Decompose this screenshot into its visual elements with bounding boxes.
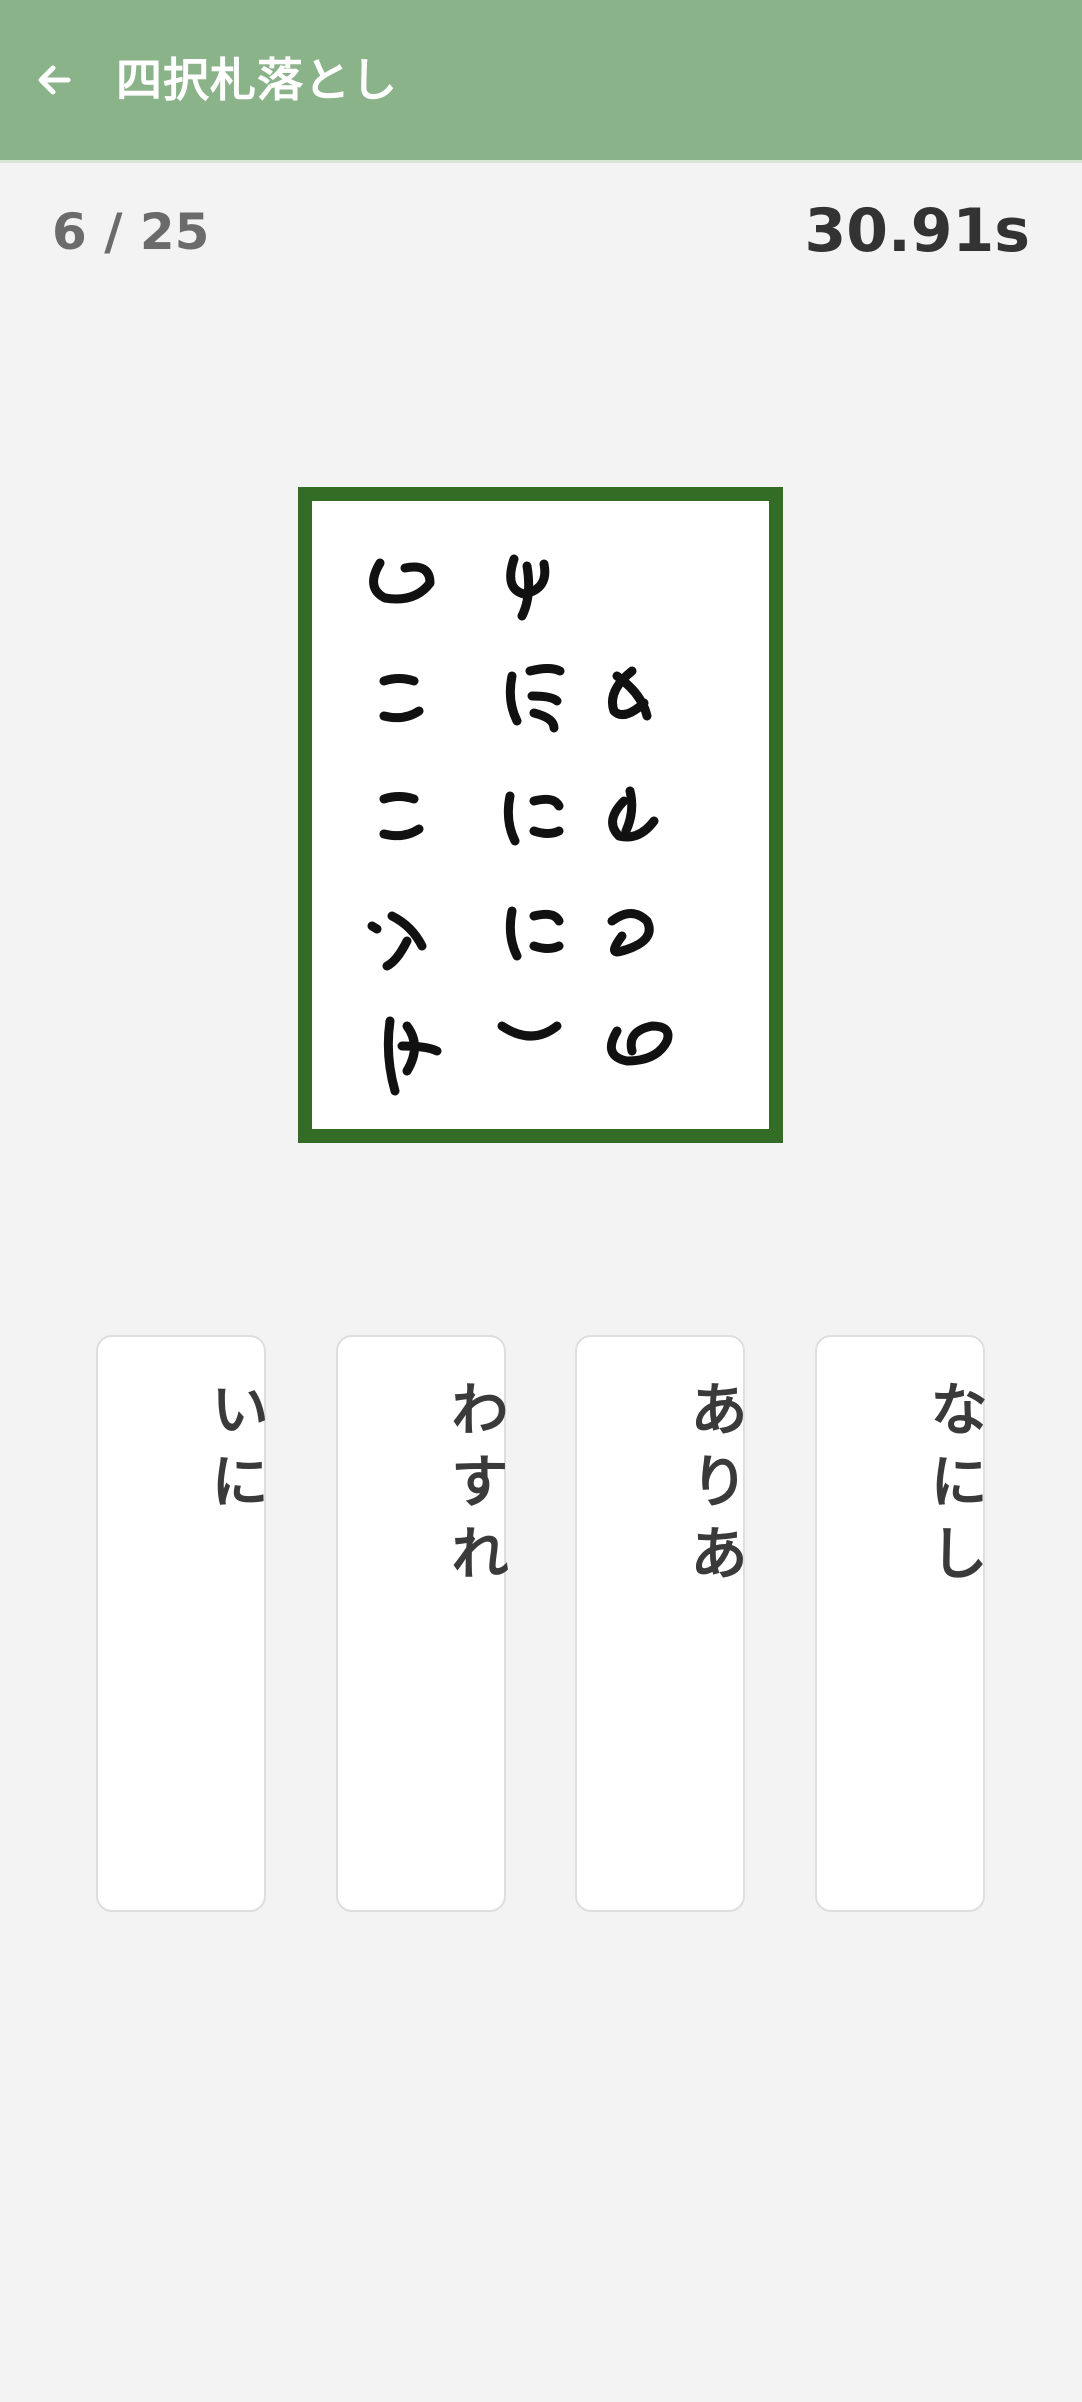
page-title: 四択札落とし bbox=[116, 53, 398, 107]
progress-counter: 6 / 25 bbox=[52, 203, 210, 261]
choice-button-3[interactable]: ありあ bbox=[575, 1335, 748, 1912]
calligraphy-card-icon bbox=[367, 554, 673, 1096]
elapsed-timer: 30.91s bbox=[804, 196, 1031, 266]
choice-label: いに bbox=[201, 1379, 269, 1523]
app-bar: 四択札落とし bbox=[0, 0, 1082, 163]
choice-button-1[interactable]: いに bbox=[96, 1335, 269, 1912]
choice-button-4[interactable]: なにし bbox=[815, 1335, 988, 1912]
choice-label: ありあ bbox=[680, 1379, 748, 1595]
back-button[interactable] bbox=[26, 52, 82, 108]
choice-button-2[interactable]: わすれ bbox=[336, 1335, 509, 1912]
karuta-card bbox=[298, 487, 783, 1143]
choice-label: なにし bbox=[920, 1379, 988, 1595]
arrow-left-icon bbox=[38, 65, 71, 95]
choice-label: わすれ bbox=[441, 1379, 509, 1595]
choice-list: いに わすれ ありあ なにし bbox=[96, 1335, 988, 1912]
